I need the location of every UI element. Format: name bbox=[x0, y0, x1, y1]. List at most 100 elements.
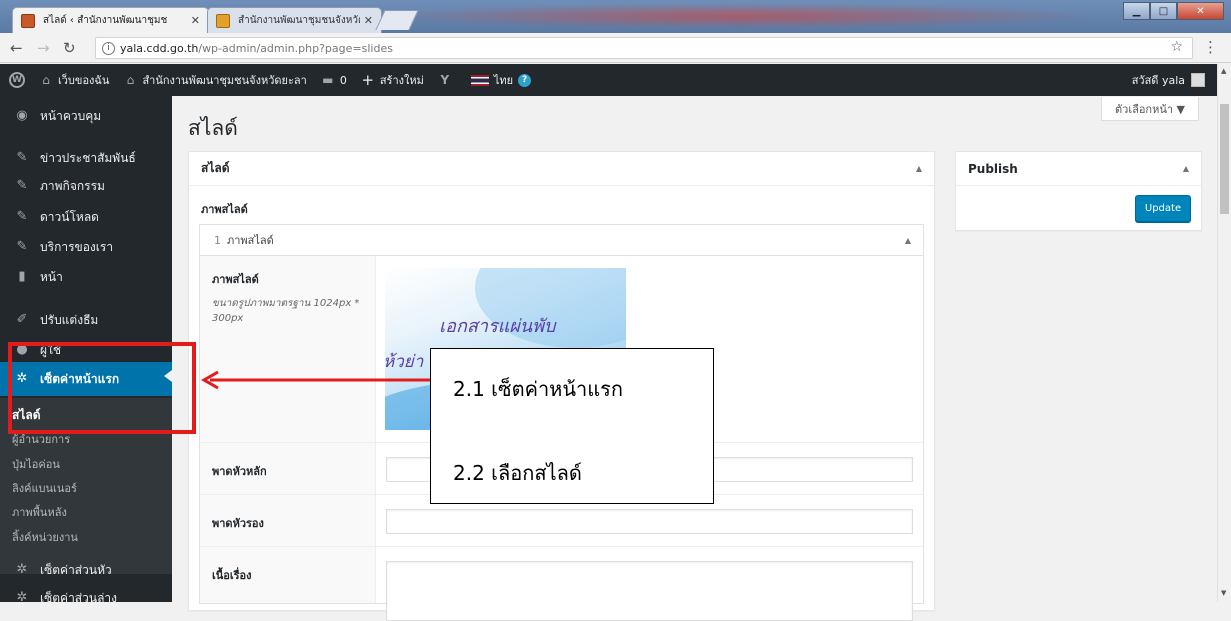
site-name-menu[interactable]: ⌂ สำนักงานพัฒนาชุมชนจังหวัดยะลา bbox=[116, 64, 313, 96]
annotation-step-2: 2.2 เลือกสไลด์ bbox=[453, 461, 582, 485]
scroll-thumb[interactable] bbox=[1220, 104, 1229, 214]
titlebar-glow bbox=[380, 3, 1100, 29]
forward-icon[interactable]: → bbox=[37, 39, 50, 57]
greeting-label: สวัสดี yala bbox=[1131, 74, 1185, 87]
group-label: ภาพสไลด์ bbox=[201, 203, 248, 216]
reload-icon[interactable]: ↻ bbox=[63, 39, 76, 57]
sidebar-item-header-settings[interactable]: ✲ เซ็ตค่าส่วนหัว bbox=[0, 556, 172, 584]
back-icon[interactable]: ← bbox=[10, 39, 23, 57]
window-controls: ▁ □ ✕ bbox=[1123, 2, 1224, 20]
home-icon: ⌂ bbox=[126, 73, 135, 87]
info-icon[interactable]: i bbox=[102, 41, 115, 55]
sidebar-item-news[interactable]: ✎ ข่าวประชาสัมพันธ์ bbox=[0, 144, 172, 172]
page-scrollbar[interactable]: ▲ ▼ bbox=[1217, 64, 1231, 602]
sidebar-item-label: หน้า bbox=[40, 269, 63, 284]
sidebar-item-pages[interactable]: ▮ หน้า bbox=[0, 263, 172, 291]
comments-count: 0 bbox=[339, 73, 347, 87]
pin-icon: ✎ bbox=[16, 178, 28, 193]
content-textarea[interactable] bbox=[386, 561, 913, 621]
tab-homepage[interactable]: สำนักงานพัฒนาชุมชนจังหวัด ✕ bbox=[207, 7, 382, 33]
annotation-highlight-box bbox=[8, 342, 196, 434]
url-input[interactable]: i yala.cdd.go.th/wp-admin/admin.php?page… bbox=[95, 37, 1193, 59]
house-icon: ⌂ bbox=[42, 73, 50, 87]
comment-icon: ▬ bbox=[322, 73, 334, 87]
row-number: 1 bbox=[214, 233, 221, 247]
new-content-label: สร้างใหม่ bbox=[379, 74, 424, 87]
close-window-button[interactable]: ✕ bbox=[1177, 2, 1224, 20]
scroll-down-icon[interactable]: ▼ bbox=[1221, 589, 1226, 597]
collapse-arrow-icon[interactable]: ▲ bbox=[916, 164, 922, 173]
annotation-callout: 2.1 เซ็ตค่าหน้าแรก 2.2 เลือกสไลด์ bbox=[430, 348, 714, 504]
subheadline-input[interactable] bbox=[386, 509, 913, 534]
row-collapse-arrow-icon[interactable]: ▲ bbox=[905, 236, 911, 245]
yoast-icon: Y bbox=[440, 73, 450, 87]
bookmark-star-icon[interactable]: ☆ bbox=[1170, 39, 1183, 55]
sidebar-item-activities[interactable]: ✎ ภาพกิจกรรม bbox=[0, 172, 172, 200]
sidebar-item-label: บริการของเรา bbox=[40, 239, 114, 254]
gear-icon: ✲ bbox=[16, 590, 28, 602]
update-button[interactable]: Update bbox=[1135, 195, 1191, 222]
lock-favicon-icon bbox=[216, 14, 230, 28]
sidebar-item-label: เซ็ตค่าส่วนหัว bbox=[40, 562, 112, 577]
submenu-item-banner-links[interactable]: ลิงค์แบนเนอร์ bbox=[12, 479, 77, 497]
sidebar-item-label: เซ็ตค่าส่วนล่าง bbox=[40, 590, 118, 603]
wordpress-menu[interactable]: W bbox=[0, 64, 32, 96]
new-content-menu[interactable]: + สร้างใหม่ bbox=[354, 64, 431, 96]
headline-field-label: พาดหัวหลัก bbox=[212, 465, 267, 478]
sidebar-item-services[interactable]: ✎ บริการของเรา bbox=[0, 233, 172, 261]
tab-close-icon[interactable]: ✕ bbox=[364, 14, 373, 27]
minimize-button[interactable]: ▁ bbox=[1123, 2, 1150, 20]
site-favicon-icon bbox=[21, 14, 35, 28]
publish-title-label: Publish bbox=[968, 161, 1018, 176]
metabox-title-label: สไลด์ bbox=[201, 161, 230, 175]
content-field-label: เนื้อเรื่อง bbox=[212, 569, 252, 582]
thai-flag-icon bbox=[470, 74, 489, 86]
sidebar-item-download[interactable]: ✎ ดาวน์โหลด bbox=[0, 203, 172, 231]
annotation-arrow-icon bbox=[200, 370, 432, 390]
screen-options-button[interactable]: ตัวเลือกหน้า ▼ bbox=[1101, 97, 1199, 121]
sidebar-item-dashboard[interactable]: ◉ หน้าควบคุม bbox=[0, 102, 172, 130]
dashboard-icon: ◉ bbox=[16, 108, 28, 123]
submenu-item-icon-buttons[interactable]: ปุ่มไอค่อน bbox=[12, 455, 60, 473]
my-sites-menu[interactable]: ⌂ เว็บของฉัน bbox=[32, 64, 116, 96]
slide-image-text: เอกสารแผ่นพับ bbox=[439, 316, 556, 337]
submenu-item-background[interactable]: ภาพพื้นหลัง bbox=[12, 503, 67, 521]
pin-icon: ✎ bbox=[16, 239, 28, 254]
sidebar-item-label: ปรับแต่งธีม bbox=[40, 312, 99, 327]
my-sites-label: เว็บของฉัน bbox=[58, 74, 110, 87]
my-account-menu[interactable]: สวัสดี yala bbox=[1132, 64, 1205, 96]
menu-kebab-icon[interactable]: ⋮ bbox=[1203, 38, 1218, 56]
divider bbox=[200, 546, 923, 547]
site-name-label: สำนักงานพัฒนาชุมชนจังหวัดยะลา bbox=[142, 74, 307, 87]
repeater-row-header[interactable]: 1 ภาพสไลด์ ▲ bbox=[200, 225, 923, 256]
avatar bbox=[1191, 73, 1205, 87]
sidebar-item-label: ภาพกิจกรรม bbox=[40, 178, 105, 193]
maximize-button[interactable]: □ bbox=[1150, 2, 1177, 20]
wp-admin-bar: W ⌂ เว็บของฉัน ⌂ สำนักงานพัฒนาชุมชนจังหว… bbox=[0, 64, 1217, 96]
brush-icon: ✐ bbox=[16, 312, 28, 327]
url-host: yala.cdd.go.th bbox=[120, 41, 199, 55]
wordpress-icon: W bbox=[9, 72, 25, 88]
metabox-title[interactable]: สไลด์ ▲ bbox=[189, 152, 934, 186]
sidebar-item-footer-settings[interactable]: ✲ เซ็ตค่าส่วนล่าง bbox=[0, 584, 172, 602]
image-field-label: ภาพสไลด์ bbox=[212, 273, 259, 286]
submenu-item-agency-links[interactable]: ลิ้งค์หน่วยงาน bbox=[12, 528, 78, 546]
tab-title: สไลด์ ‹ สำนักงานพัฒนาชุมช bbox=[43, 15, 168, 26]
browser-titlebar: สไลด์ ‹ สำนักงานพัฒนาชุมช ✕ สำนักงานพัฒน… bbox=[0, 0, 1231, 33]
comments-menu[interactable]: ▬ 0 bbox=[314, 64, 354, 96]
tab-title: สำนักงานพัฒนาชุมชนจังหวัด bbox=[238, 15, 360, 26]
language-menu[interactable]: ไทย ? bbox=[464, 64, 538, 96]
url-path: /wp-admin/admin.php?page=slides bbox=[198, 41, 393, 55]
yoast-menu[interactable]: Y bbox=[431, 64, 464, 96]
sidebar-item-label: ดาวน์โหลด bbox=[40, 209, 99, 224]
plus-icon: + bbox=[361, 71, 375, 89]
publish-title[interactable]: Publish ▲ bbox=[956, 152, 1201, 186]
sidebar-item-appearance[interactable]: ✐ ปรับแต่งธีม bbox=[0, 306, 172, 334]
scroll-up-icon[interactable]: ▲ bbox=[1221, 67, 1226, 75]
image-field-description: ขนาดรูปภาพมาตรฐาน 1024px * 300px bbox=[212, 298, 360, 324]
tab-slides[interactable]: สไลด์ ‹ สำนักงานพัฒนาชุมช ✕ bbox=[12, 7, 209, 33]
tab-close-icon[interactable]: ✕ bbox=[191, 14, 200, 27]
sidebar-item-label: ข่าวประชาสัมพันธ์ bbox=[40, 150, 136, 165]
page-icon: ▮ bbox=[18, 269, 26, 284]
collapse-arrow-icon[interactable]: ▲ bbox=[1183, 164, 1189, 173]
